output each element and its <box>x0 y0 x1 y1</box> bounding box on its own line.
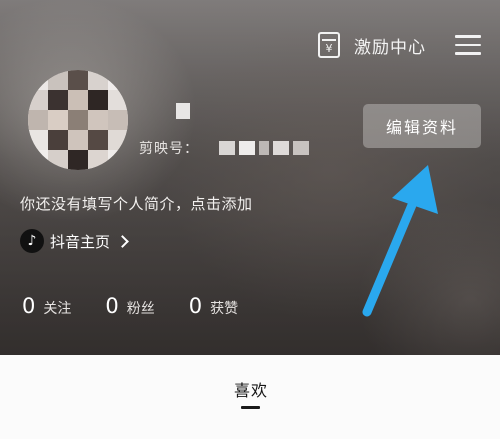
stat-label: 关注 <box>43 301 72 317</box>
stat-count: 0 <box>22 294 36 318</box>
douyin-homepage-link[interactable]: ♪ 抖音主页 <box>20 229 129 253</box>
account-id-row: 剪映号： <box>139 138 313 158</box>
stat-count: 0 <box>188 294 203 318</box>
chevron-right-icon <box>116 234 129 248</box>
douyin-homepage-label: 抖音主页 <box>50 232 111 251</box>
stat-label: 获赞 <box>210 301 239 317</box>
reward-center-label: 激励中心 <box>354 37 426 58</box>
stat-likes-received[interactable]: 0 获赞 <box>189 294 238 318</box>
content-tab-bar: 喜欢 <box>0 355 500 439</box>
stats-row: 0 关注 0 粉丝 0 获赞 <box>22 294 272 318</box>
reward-voucher-icon: ¥ <box>318 32 340 58</box>
bio-placeholder[interactable]: 你还没有填写个人简介，点击添加 <box>20 193 253 214</box>
avatar[interactable] <box>28 70 128 170</box>
profile-screen: ¥ 激励中心 剪映号： 编辑资料 你还没有填写个人简介，点击添加 ♪ 抖音主页 <box>0 0 500 439</box>
reward-icon-glyph: ¥ <box>325 41 333 55</box>
douyin-logo-glyph: ♪ <box>27 233 37 249</box>
account-id-label: 剪映号： <box>139 141 199 157</box>
tab-active-indicator <box>241 406 260 409</box>
stat-following[interactable]: 0 关注 <box>22 294 71 318</box>
tab-likes[interactable]: 喜欢 <box>228 377 274 401</box>
hamburger-menu-icon[interactable] <box>455 35 481 55</box>
edit-profile-button[interactable]: 编辑资料 <box>363 104 481 148</box>
account-id-redacted <box>219 141 313 155</box>
stat-label: 粉丝 <box>126 301 155 317</box>
stat-followers[interactable]: 0 粉丝 <box>105 294 154 318</box>
stat-count: 0 <box>105 294 119 318</box>
reward-center-button[interactable]: ¥ 激励中心 <box>318 30 426 60</box>
nickname-redacted <box>176 103 190 119</box>
douyin-logo-icon: ♪ <box>20 229 44 253</box>
avatar-mosaic <box>28 70 128 170</box>
